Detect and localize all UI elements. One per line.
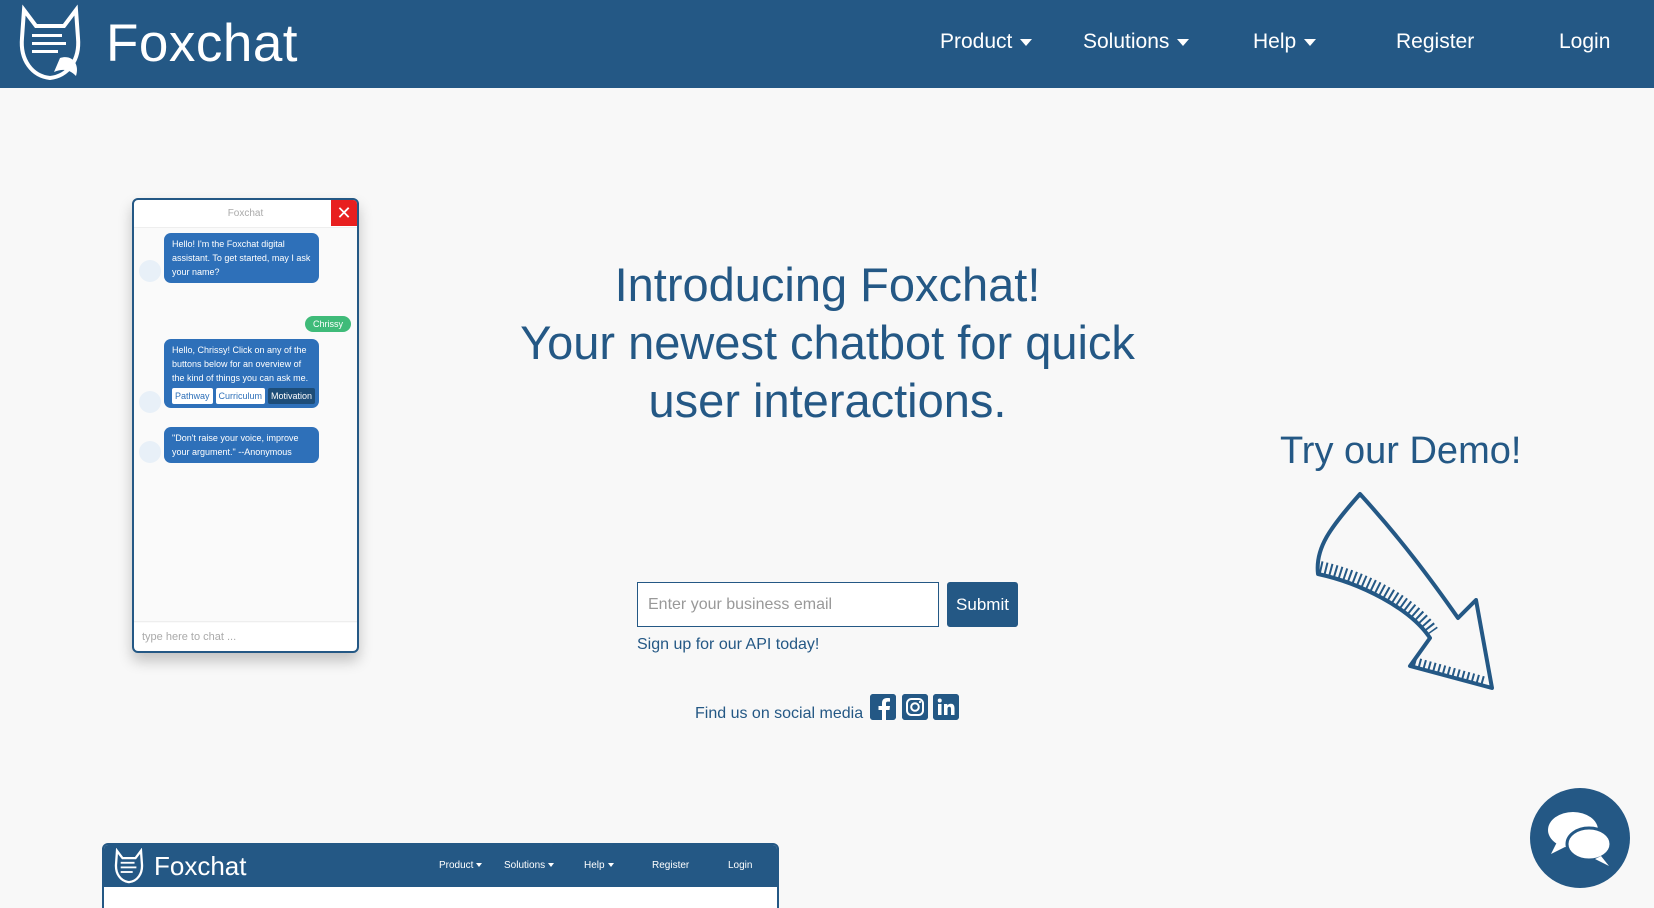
preview-nav-product-label: Product <box>439 860 474 871</box>
preview-nav-login: Login <box>728 860 753 871</box>
preview-nav-register: Register <box>652 860 690 871</box>
chip-motivation[interactable]: Motivation <box>268 388 316 404</box>
linkedin-icon[interactable] <box>933 694 959 720</box>
demo-title: Try our Demo! <box>1280 430 1522 472</box>
preview-nav-solutions: Solutions <box>504 860 555 871</box>
signup-caption: Sign up for our API today! <box>637 636 820 653</box>
user-message: Chrissy <box>304 316 351 332</box>
preview-nav-solutions-label: Solutions <box>504 860 546 871</box>
social-label: Find us on social media <box>695 705 864 722</box>
hero-line-3: user interactions. <box>648 374 1007 427</box>
hero-title: Introducing Foxchat! Your newest chatbot… <box>480 256 1175 430</box>
preview-nav-help: Help <box>584 860 614 871</box>
caret-down-icon <box>1304 38 1317 46</box>
nav-help-label: Help <box>1253 30 1297 53</box>
hero-line-1: Introducing Foxchat! <box>614 258 1041 311</box>
nav-register-label: Register <box>1396 30 1475 53</box>
hand-drawn-arrow-icon <box>1315 492 1494 690</box>
nav-register[interactable]: Register <box>1396 30 1474 54</box>
preview-navbar: Foxchat Product Solutions Help Register … <box>104 845 777 887</box>
chat-widget-preview: Foxchat ✕ Hello! I'm the Foxchat digital… <box>132 198 359 653</box>
nav-solutions[interactable]: Solutions <box>1083 30 1190 54</box>
hero-line-2: Your newest chatbot for quick <box>520 316 1135 369</box>
brand-name: Foxchat <box>106 13 299 73</box>
bot-avatar-icon <box>139 260 161 282</box>
preview-nav-product: Product <box>439 860 483 871</box>
quick-reply-row: Pathway Curriculum Motivation <box>172 388 316 404</box>
nav-solutions-label: Solutions <box>1083 30 1170 53</box>
chip-pathway[interactable]: Pathway <box>172 388 213 404</box>
preview-brand-name: Foxchat <box>154 851 247 881</box>
bot-avatar-icon <box>139 391 161 413</box>
site-preview-card: Foxchat Product Solutions Help Register … <box>102 843 779 908</box>
bot-message: "Don't raise your voice, improve your ar… <box>164 427 319 463</box>
caret-down-icon <box>1177 38 1190 46</box>
nav-product-label: Product <box>940 30 1013 53</box>
preview-nav-help-label: Help <box>584 860 605 871</box>
chat-launcher-button[interactable] <box>1530 788 1630 888</box>
chat-input[interactable]: type here to chat ... <box>134 621 357 651</box>
top-navbar: Foxchat Product Solutions Help Register … <box>0 0 1654 88</box>
nav-login[interactable]: Login <box>1559 30 1610 54</box>
email-field[interactable] <box>637 582 939 627</box>
chip-curriculum[interactable]: Curriculum <box>215 388 266 404</box>
chat-bubbles-icon <box>1548 812 1613 866</box>
nav-help[interactable]: Help <box>1253 30 1317 54</box>
bot-message: Hello! I'm the Foxchat digital assistant… <box>164 233 319 283</box>
caret-down-icon <box>1020 38 1033 46</box>
bot-message-text: Hello, Chrissy! Click on any of the butt… <box>172 345 309 383</box>
caret-down-icon <box>548 863 555 868</box>
brand[interactable]: Foxchat <box>14 4 298 82</box>
fox-logo-icon <box>114 848 144 884</box>
bot-avatar-icon <box>139 441 161 463</box>
chat-header: Foxchat ✕ <box>134 200 357 228</box>
facebook-icon[interactable] <box>870 694 896 720</box>
fox-logo-icon <box>19 4 81 81</box>
instagram-icon[interactable] <box>902 694 928 720</box>
caret-down-icon <box>476 863 483 868</box>
close-icon[interactable]: ✕ <box>331 200 357 226</box>
bot-message: Hello, Chrissy! Click on any of the butt… <box>164 339 319 408</box>
nav-product[interactable]: Product <box>940 30 1033 54</box>
chat-title: Foxchat <box>227 208 264 219</box>
chat-messages: Hello! I'm the Foxchat digital assistant… <box>134 228 357 623</box>
caret-down-icon <box>607 863 614 868</box>
submit-button[interactable]: Submit <box>947 582 1018 627</box>
nav-login-label: Login <box>1559 30 1611 53</box>
